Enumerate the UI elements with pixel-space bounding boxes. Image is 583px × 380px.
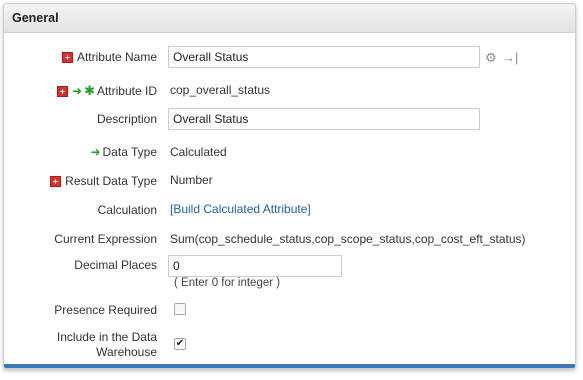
data-type-label: Data Type	[102, 145, 157, 159]
panel-bottom-bar	[4, 364, 575, 368]
attribute-id-label: Attribute ID	[96, 84, 157, 98]
attribute-id-value: cop_overall_status	[170, 83, 271, 97]
include-warehouse-checkbox[interactable]: ✔	[174, 338, 186, 350]
calculation-label-wrap: Calculation	[98, 203, 157, 217]
data-type-row: ➜ Data Type Calculated	[4, 142, 575, 162]
attribute-id-label-wrap: ➜ ✱ Attribute ID	[57, 83, 157, 99]
attribute-name-label-wrap: Attribute Name	[61, 50, 157, 64]
attribute-name-input[interactable]	[168, 46, 480, 68]
required-icon	[57, 85, 68, 97]
current-expression-label: Current Expression	[54, 232, 157, 246]
panel-title: General	[4, 4, 575, 33]
general-panel: General Attribute Name ⚙ →| ➜ ✱ Attribut…	[3, 3, 576, 369]
required-icon	[61, 51, 73, 63]
description-label: Description	[96, 112, 157, 126]
include-warehouse-label-wrap: Include in the Data Warehouse	[7, 330, 157, 360]
description-label-wrap: Description	[97, 112, 157, 126]
calculation-row: Calculation [Build Calculated Attribute]	[4, 200, 575, 220]
build-calculated-attribute-link[interactable]: [Build Calculated Attribute]	[170, 202, 311, 216]
calculation-label: Calculation	[97, 203, 157, 217]
green-arrow-icon: ➜	[90, 145, 101, 159]
decimal-places-hint: ( Enter 0 for integer )	[174, 277, 281, 289]
key-star-icon: ✱	[84, 83, 95, 98]
include-warehouse-label: Include in the Data Warehouse	[56, 330, 157, 359]
data-type-label-wrap: ➜ Data Type	[90, 145, 157, 159]
result-data-type-label: Result Data Type	[65, 174, 157, 188]
attribute-name-row: Attribute Name ⚙ →|	[4, 44, 575, 70]
decimal-places-row: Decimal Places ( Enter 0 for integer )	[4, 253, 575, 293]
attribute-name-label: Attribute Name	[76, 50, 157, 64]
export-arrow-icon[interactable]: →|	[502, 50, 518, 65]
result-data-type-value: Number	[170, 173, 213, 187]
current-expression-label-wrap: Current Expression	[54, 232, 157, 246]
attribute-id-row: ➜ ✱ Attribute ID cop_overall_status	[4, 80, 575, 100]
presence-required-label: Presence Required	[54, 303, 157, 317]
result-data-type-row: Result Data Type Number	[4, 171, 575, 191]
presence-required-label-wrap: Presence Required	[54, 303, 157, 317]
green-arrow-icon: ➜	[72, 84, 83, 98]
decimal-places-label: Decimal Places	[74, 258, 157, 272]
current-expression-value: Sum(cop_schedule_status,cop_scope_status…	[170, 232, 526, 246]
data-type-value: Calculated	[170, 145, 227, 159]
decimal-places-input[interactable]	[168, 255, 342, 277]
include-warehouse-row: Include in the Data Warehouse ✔	[4, 330, 575, 364]
current-expression-row: Current Expression Sum(cop_schedule_stat…	[4, 229, 575, 249]
decimal-places-label-wrap: Decimal Places	[74, 258, 157, 272]
presence-required-row: Presence Required	[4, 300, 575, 320]
required-icon	[50, 175, 62, 187]
translate-icon[interactable]: ⚙	[485, 50, 497, 66]
description-row: Description	[4, 106, 575, 132]
result-data-type-label-wrap: Result Data Type	[50, 174, 157, 188]
presence-required-checkbox[interactable]	[174, 303, 186, 315]
description-input[interactable]	[168, 108, 480, 130]
